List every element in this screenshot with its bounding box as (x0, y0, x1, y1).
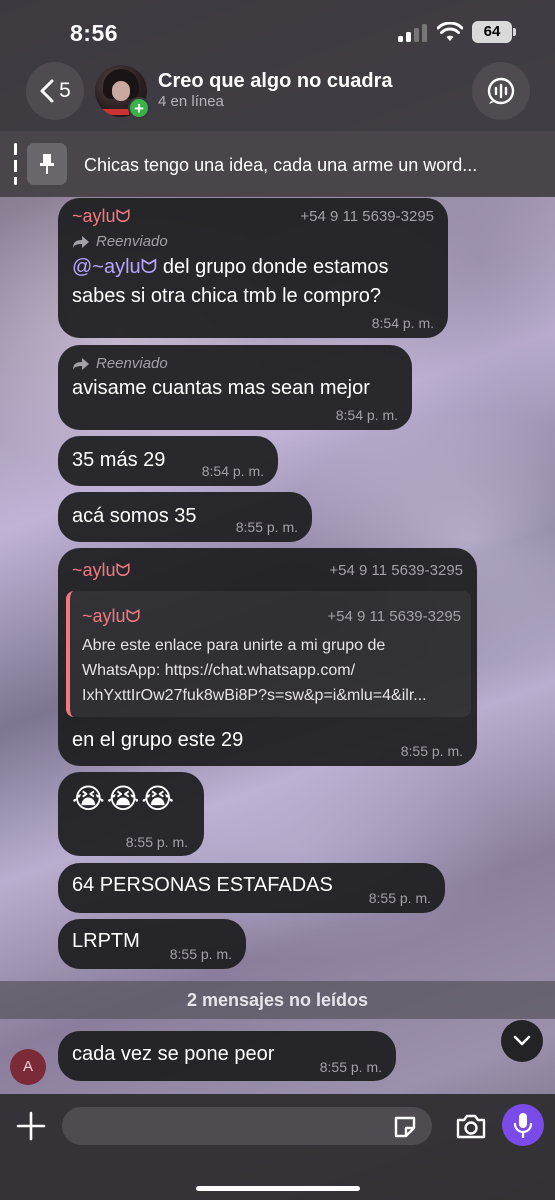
forwarded-label: Reenviado (72, 355, 168, 372)
quoted-text: WhatsApp: https://chat.whatsapp.com/ (82, 662, 356, 679)
message-bubble[interactable]: ~ayluᗢ +54 9 11 5639-3295 ~ayluᗢ +54 9 1… (58, 548, 477, 766)
sender-name[interactable]: ~ayluᗢ (72, 206, 130, 227)
message-text: LRPTM (72, 930, 140, 952)
message-bubble[interactable]: 😭😭😭 8:55 p. m. (58, 772, 204, 856)
message-time: 8:55 p. m. (169, 946, 232, 962)
message-bubble[interactable]: Reenviado avisame cuantas mas sean mejor… (58, 345, 412, 430)
pinned-message-bar[interactable]: Chicas tengo una idea, cada una arme un … (0, 131, 555, 197)
battery-cap (513, 28, 516, 36)
status-bar: 8:56 64 (0, 0, 555, 64)
chevron-left-icon (40, 79, 54, 103)
message-bubble[interactable]: acá somos 35 8:55 p. m. (58, 492, 312, 542)
forward-icon (73, 357, 89, 370)
message-time: 8:54 p. m. (201, 463, 264, 479)
message-time: 8:54 p. m. (371, 315, 434, 331)
chat-header: 8:56 64 5 + Creo que algo no cuadra 4 en… (0, 0, 555, 197)
message-bubble[interactable]: 35 más 29 8:54 p. m. (58, 436, 278, 486)
message-time: 8:55 p. m. (368, 890, 431, 906)
message-bubble[interactable]: 64 PERSONAS ESTAFADAS 8:55 p. m. (58, 863, 445, 913)
unread-messages-divider: 2 mensajes no leídos (0, 981, 555, 1019)
quoted-sender-name: ~ayluᗢ (82, 606, 141, 626)
forwarded-label: Reenviado (72, 233, 168, 250)
pin-icon (27, 143, 67, 185)
avatar[interactable]: A (10, 1049, 46, 1085)
voice-chat-button[interactable] (472, 62, 530, 120)
quoted-sender-phone: +54 9 11 5639-3295 (327, 608, 461, 625)
message-bubble[interactable]: cada vez se pone peor 8:55 p. m. (58, 1031, 396, 1081)
online-status: 4 en línea (158, 93, 224, 110)
message-emoji: 😭😭😭 (72, 783, 177, 814)
message-input[interactable] (62, 1107, 432, 1145)
message-text: en el grupo este 29 (72, 729, 244, 751)
microphone-icon (513, 1113, 533, 1138)
message-text: avisame cuantas mas sean mejor (72, 377, 370, 399)
battery-icon: 64 (472, 21, 512, 43)
message-bubble[interactable]: ~ayluᗢ +54 9 11 5639-3295 Reenviado @~ay… (58, 198, 448, 338)
sender-name[interactable]: ~ayluᗢ (72, 560, 130, 581)
voice-chat-icon (487, 77, 515, 105)
forward-icon (73, 235, 89, 248)
sticker-icon[interactable] (392, 1114, 418, 1140)
message-text: @~ayluᗢ del grupo donde estamos (72, 253, 389, 282)
status-time: 8:56 (70, 20, 119, 46)
message-time: 8:55 p. m. (125, 834, 188, 850)
message-text: 35 más 29 (72, 449, 166, 471)
home-indicator[interactable] (196, 1186, 360, 1191)
sender-phone: +54 9 11 5639-3295 (300, 208, 434, 225)
camera-icon[interactable] (455, 1112, 487, 1140)
pinned-message-text: Chicas tengo una idea, cada una arme un … (84, 155, 478, 175)
unread-chats-count: 5 (59, 79, 71, 102)
message-text-rest: del grupo donde estamos (157, 256, 389, 278)
message-text: acá somos 35 (72, 505, 197, 527)
forwarded-text: Reenviado (96, 355, 168, 372)
message-time: 8:55 p. m. (400, 743, 463, 759)
add-member-icon[interactable]: + (128, 97, 150, 119)
cellular-signal-icon (398, 24, 428, 42)
message-bubble[interactable]: LRPTM 8:55 p. m. (58, 919, 246, 969)
message-composer (0, 1094, 555, 1200)
message-time: 8:55 p. m. (235, 519, 298, 535)
sender-phone: +54 9 11 5639-3295 (329, 562, 463, 579)
forwarded-text: Reenviado (96, 233, 168, 250)
back-button[interactable]: 5 (26, 62, 84, 120)
voice-record-button[interactable] (502, 1104, 544, 1146)
wifi-icon (437, 22, 463, 41)
chat-title[interactable]: Creo que algo no cuadra (158, 70, 392, 93)
message-time: 8:54 p. m. (335, 407, 398, 423)
quoted-text: Abre este enlace para unirte a mi grupo … (82, 637, 386, 654)
quoted-message[interactable]: ~ayluᗢ +54 9 11 5639-3295 Abre este enla… (66, 591, 471, 717)
mention-link[interactable]: @~ayluᗢ (72, 256, 157, 278)
message-time: 8:55 p. m. (319, 1059, 382, 1075)
message-text: sabes si otra chica tmb le compro? (72, 285, 382, 307)
quoted-text: IxhYxttIrOw27fuk8wBi8P?s=sw&p=i&mlu=4&il… (82, 687, 427, 704)
attach-plus-icon[interactable] (15, 1110, 47, 1142)
message-text: cada vez se pone peor (72, 1043, 275, 1065)
pinned-indicator (14, 143, 17, 185)
nav-bar: 5 + Creo que algo no cuadra 4 en línea (0, 60, 555, 130)
scroll-to-bottom-button[interactable] (501, 1020, 543, 1062)
message-text: 64 PERSONAS ESTAFADAS (72, 874, 333, 896)
chevron-down-icon (513, 1035, 531, 1046)
